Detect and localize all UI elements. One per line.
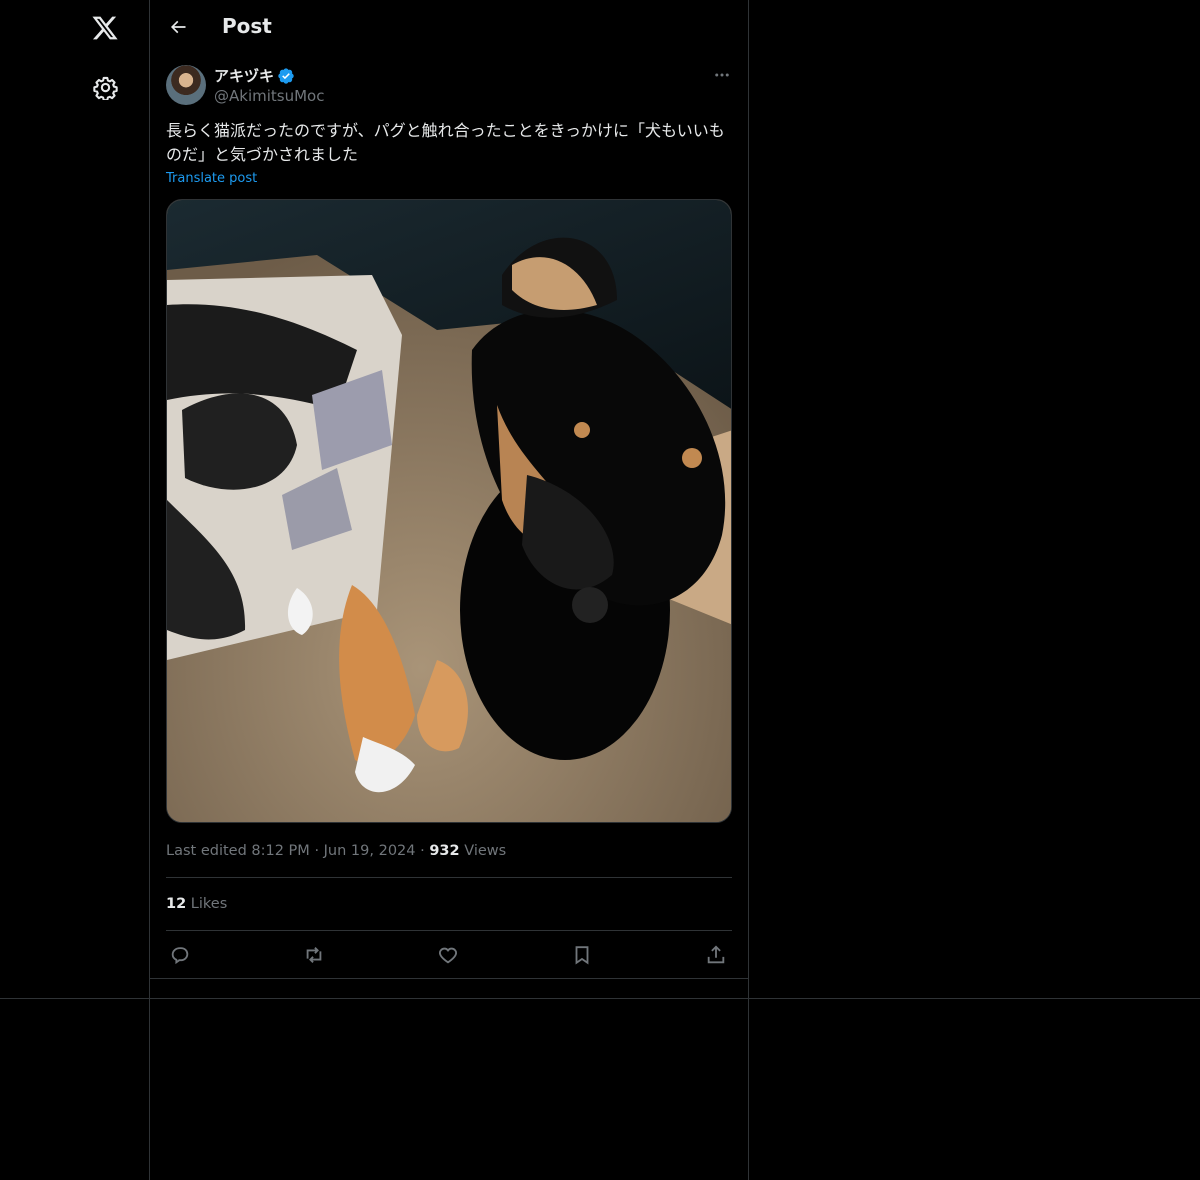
post-time[interactable]: 8:12 PM <box>251 843 309 859</box>
bookmark-button[interactable] <box>568 941 596 969</box>
translate-post-link[interactable]: Translate post <box>166 171 257 186</box>
author-handle[interactable]: @AkimitsuMoc <box>214 87 324 105</box>
likes-label: Likes <box>190 896 228 912</box>
more-horizontal-icon <box>715 73 729 77</box>
post-media-image[interactable] <box>166 199 732 823</box>
like-button[interactable] <box>434 941 462 969</box>
divider <box>166 930 732 931</box>
page-title: Post <box>222 14 272 38</box>
more-options-button[interactable] <box>710 65 734 85</box>
x-logo-svg <box>92 16 118 40</box>
share-button[interactable] <box>702 941 730 969</box>
views-label: Views <box>464 843 507 859</box>
settings-gear-icon[interactable] <box>89 71 121 103</box>
post-metadata: Last edited 8:12 PM · Jun 19, 2024 · 932… <box>166 843 506 859</box>
likes-summary[interactable]: 12 Likes <box>166 896 227 912</box>
left-navigation <box>0 0 150 1180</box>
edited-label: Last edited <box>166 843 247 859</box>
meta-separator: · <box>314 843 320 859</box>
x-logo-icon[interactable] <box>87 10 123 46</box>
author-avatar[interactable] <box>166 65 206 105</box>
post-text: 長らく猫派だったのですが、パグと触れ合ったことをきっかけに「犬もいいものだ」と気… <box>166 121 725 164</box>
verified-badge-icon <box>278 68 294 84</box>
back-button[interactable] <box>162 11 194 43</box>
like-icon <box>439 947 457 964</box>
meta-separator: · <box>420 843 425 859</box>
reply-icon <box>171 947 189 965</box>
post-date[interactable]: Jun 19, 2024 <box>324 843 416 859</box>
likes-count: 12 <box>166 896 187 912</box>
share-icon <box>707 945 725 964</box>
post-actions <box>166 941 732 969</box>
puppy-photo <box>167 200 731 822</box>
repost-button[interactable] <box>300 941 328 969</box>
bookmark-icon <box>575 946 589 965</box>
arrow-left-icon <box>170 20 186 34</box>
repost-icon <box>306 947 322 963</box>
gear-icon <box>92 76 118 100</box>
author-display-name[interactable]: アキヅキ <box>214 65 274 86</box>
page-divider <box>0 998 1200 999</box>
reply-button[interactable] <box>166 941 194 969</box>
views-count: 932 <box>429 843 460 859</box>
post-detail-column: Post アキヅキ @AkimitsuMoc 長らく猫派だったのですが、パグと触… <box>150 0 749 979</box>
divider <box>166 877 732 878</box>
post-header: Post <box>150 0 748 54</box>
